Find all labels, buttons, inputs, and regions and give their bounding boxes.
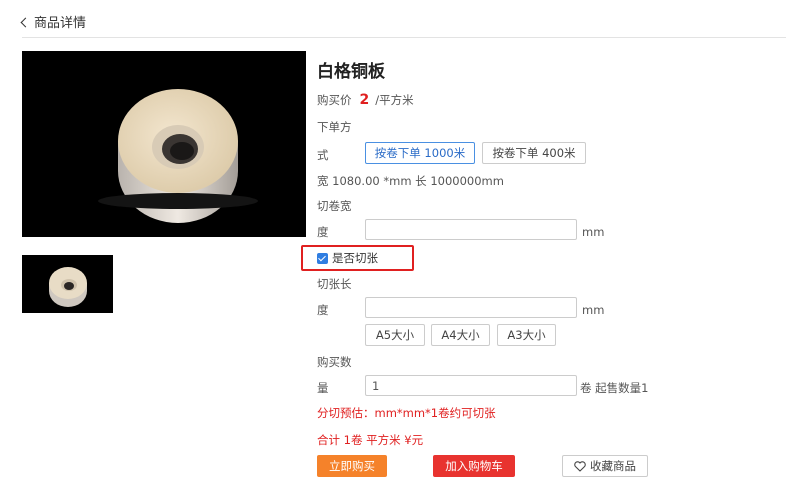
- cut-width-label: 切卷宽: [317, 199, 352, 213]
- cut-width-label-cont: 度: [317, 225, 329, 239]
- price-label: 购买价: [317, 93, 352, 107]
- total-text: 合计 1卷 平方米 ¥元: [317, 433, 424, 447]
- price-value: 2: [359, 92, 370, 108]
- quantity-unit-text: 卷 起售数量1: [580, 381, 649, 395]
- chevron-left-icon: [20, 17, 31, 27]
- checkbox-checked-icon: [317, 252, 328, 264]
- header-divider: [22, 37, 786, 38]
- product-title: 白格铜板: [317, 62, 385, 82]
- cut-sheet-label: 是否切张: [332, 251, 378, 265]
- cut-estimate-text: 分切预估：mm*mm*1卷约可切张: [317, 406, 496, 420]
- cut-length-label: 切张长: [317, 277, 352, 291]
- cut-width-unit: mm: [582, 225, 605, 239]
- price-row: 购买价 2 /平方米: [317, 92, 414, 108]
- order-option-400m[interactable]: 按卷下单 400米: [482, 142, 586, 164]
- add-to-cart-button[interactable]: 加入购物车: [433, 455, 515, 477]
- cut-width-input[interactable]: [365, 219, 577, 240]
- cut-length-unit: mm: [582, 303, 605, 317]
- back-link[interactable]: 商品详情: [20, 12, 87, 31]
- cut-length-input[interactable]: [365, 297, 577, 318]
- order-method-label-cont: 式: [317, 148, 329, 162]
- product-main-image: [22, 51, 306, 237]
- buy-now-button[interactable]: 立即购买: [317, 455, 387, 477]
- cut-sheet-checkbox[interactable]: 是否切张: [317, 250, 378, 266]
- favorite-button[interactable]: 收藏商品: [562, 455, 648, 477]
- favorite-label: 收藏商品: [590, 459, 636, 473]
- cut-length-label-cont: 度: [317, 303, 329, 317]
- product-thumbnail[interactable]: [22, 255, 113, 313]
- order-method-label: 下单方: [317, 120, 352, 134]
- price-unit: /平方米: [375, 93, 414, 107]
- size-a5-button[interactable]: A5大小: [365, 324, 425, 346]
- dimensions-text: 宽 1080.00 *mm 长 1000000mm: [317, 174, 504, 188]
- quantity-label: 购买数: [317, 355, 352, 369]
- quantity-input[interactable]: [365, 375, 577, 396]
- quantity-label-cont: 量: [317, 381, 329, 395]
- size-a4-button[interactable]: A4大小: [431, 324, 490, 346]
- order-option-1000m[interactable]: 按卷下单 1000米: [365, 142, 475, 164]
- heart-icon: [574, 460, 586, 472]
- page-title: 商品详情: [34, 16, 87, 31]
- size-a3-button[interactable]: A3大小: [497, 324, 556, 346]
